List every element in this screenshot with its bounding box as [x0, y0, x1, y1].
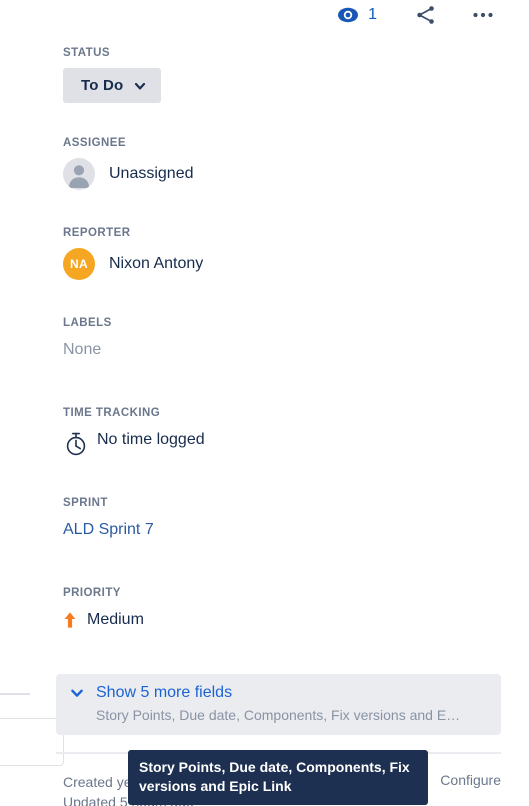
reporter-value-row[interactable]: NA Nixon Antony	[63, 248, 203, 280]
field-labels: LABELS None	[63, 317, 112, 359]
watch-count: 1	[368, 6, 377, 23]
chevron-down-icon	[133, 79, 147, 93]
field-status: STATUS To Do	[63, 47, 162, 103]
edge-divider	[0, 693, 30, 695]
sprint-link[interactable]: ALD Sprint 7	[63, 521, 154, 539]
priority-value-row[interactable]: Medium	[63, 611, 144, 629]
field-assignee: ASSIGNEE Unassigned	[63, 137, 194, 190]
priority-value: Medium	[87, 611, 144, 628]
issue-details-panel: 1 STATUS To Do ASSIGNEE Unassigned REPOR…	[0, 0, 529, 806]
status-value: To Do	[81, 77, 124, 94]
tooltip-text: Story Points, Due date, Components, Fix …	[139, 759, 410, 794]
labels-value[interactable]: None	[63, 341, 112, 359]
assignee-label: ASSIGNEE	[63, 137, 127, 149]
offscreen-input-field[interactable]	[0, 718, 64, 766]
time-tracking-label: TIME TRACKING	[63, 407, 161, 419]
field-priority: PRIORITY Medium	[63, 587, 144, 629]
field-time-tracking: TIME TRACKING No time logged	[63, 407, 205, 457]
watch-button[interactable]: 1	[337, 4, 377, 26]
assignee-value-row[interactable]: Unassigned	[63, 158, 194, 190]
configure-link[interactable]: Configure	[440, 772, 501, 788]
avatar: NA	[63, 248, 95, 280]
reporter-label: REPORTER	[63, 227, 131, 239]
sprint-label: SPRINT	[63, 497, 108, 509]
show-more-fields-label: Show 5 more fields	[96, 684, 233, 701]
share-icon[interactable]	[415, 4, 437, 26]
show-more-fields-header: Show 5 more fields	[56, 684, 501, 702]
status-dropdown-button[interactable]: To Do	[63, 68, 162, 103]
labels-label: LABELS	[63, 317, 112, 329]
person-avatar-icon	[63, 158, 95, 190]
status-label: STATUS	[63, 47, 110, 59]
stopwatch-icon	[63, 431, 89, 457]
more-options-icon[interactable]	[471, 4, 495, 26]
time-tracking-value-row[interactable]: No time logged	[63, 429, 205, 457]
eye-icon	[337, 4, 359, 26]
reporter-value: Nixon Antony	[109, 255, 204, 272]
time-tracking-value: No time logged	[97, 431, 205, 448]
issue-action-toolbar: 1	[0, 0, 529, 30]
show-more-fields-subtitle: Story Points, Due date, Components, Fix …	[96, 707, 461, 723]
field-sprint: SPRINT ALD Sprint 7	[63, 497, 154, 539]
show-more-fields-button[interactable]: Show 5 more fields Story Points, Due dat…	[56, 674, 501, 735]
tooltip: Story Points, Due date, Components, Fix …	[128, 750, 428, 805]
chevron-down-icon	[69, 685, 85, 701]
priority-label: PRIORITY	[63, 587, 121, 599]
field-reporter: REPORTER NA Nixon Antony	[63, 227, 203, 280]
arrow-up-icon	[63, 611, 77, 629]
assignee-value: Unassigned	[109, 165, 194, 182]
